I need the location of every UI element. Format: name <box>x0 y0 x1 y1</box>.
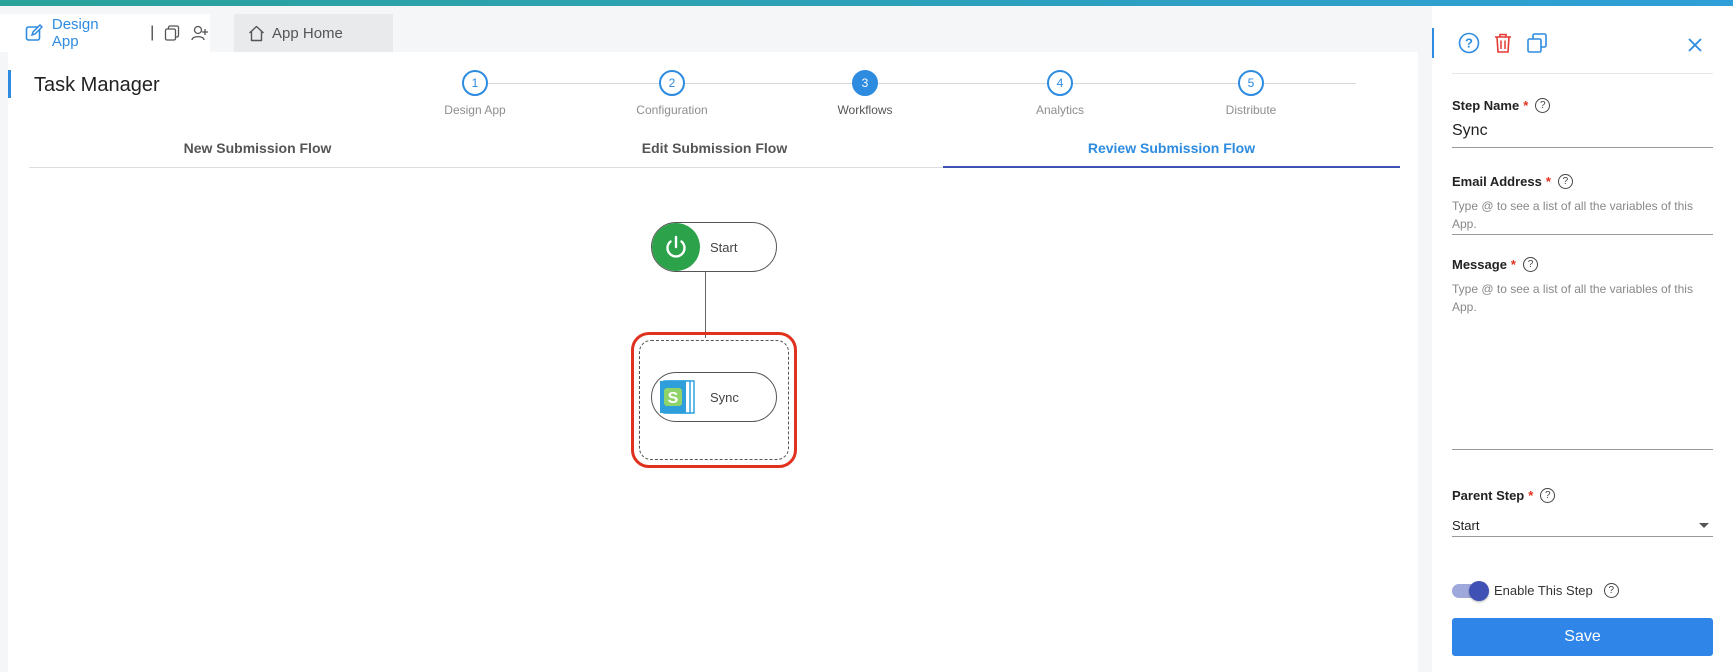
title-accent-bar <box>8 70 11 98</box>
step-name-field[interactable]: Sync <box>1452 122 1713 148</box>
message-label-text: Message <box>1452 257 1507 272</box>
step-number: 1 <box>462 70 488 96</box>
step-label: Analytics <box>1035 103 1085 117</box>
step-design-app[interactable]: 1 Design App <box>425 70 525 117</box>
tab-review-submission-flow[interactable]: Review Submission Flow <box>943 130 1400 168</box>
flow-tabs: New Submission Flow Edit Submission Flow… <box>29 130 1400 168</box>
help-icon[interactable]: ? <box>1540 488 1556 503</box>
tab-edit-submission-flow[interactable]: Edit Submission Flow <box>486 130 943 167</box>
app-home-tab-label: App Home <box>272 24 343 42</box>
help-icon[interactable]: ? <box>1557 174 1573 189</box>
email-address-field[interactable]: Type @ to see a list of all the variable… <box>1452 197 1713 233</box>
trash-icon[interactable] <box>1490 30 1516 56</box>
toggle-knob <box>1469 580 1489 601</box>
message-field-underline <box>1452 449 1713 450</box>
panel-divider <box>1452 73 1713 74</box>
step-name-label-text: Step Name <box>1452 98 1520 113</box>
step-workflows[interactable]: 3 Workflows <box>815 70 915 117</box>
panel-accent-bar <box>1432 28 1434 58</box>
message-label: Message * ? <box>1452 257 1538 272</box>
page-title: Task Manager <box>34 74 160 96</box>
step-label: Workflows <box>837 103 893 117</box>
sync-app-icon: S <box>652 373 700 421</box>
chevron-down-icon <box>1699 523 1709 528</box>
panel-toolbar: ? <box>1456 30 1550 56</box>
step-number: 4 <box>1047 70 1073 96</box>
parent-step-label: Parent Step * ? <box>1452 488 1556 503</box>
parent-step-select[interactable]: Start <box>1452 515 1713 537</box>
design-app-tab[interactable]: Design App | <box>0 14 210 52</box>
enable-step-toggle[interactable] <box>1452 580 1489 601</box>
step-number: 3 <box>852 70 878 96</box>
power-icon <box>652 223 700 271</box>
step-name-label: Step Name * ? <box>1452 98 1551 113</box>
sync-node[interactable]: S Sync <box>651 372 777 422</box>
tab-separator: | <box>150 24 155 41</box>
save-button[interactable]: Save <box>1452 618 1713 656</box>
enable-step-row: Enable This Step ? <box>1452 580 1619 601</box>
parent-step-label-text: Parent Step <box>1452 488 1525 503</box>
required-marker: * <box>1545 174 1551 189</box>
help-icon[interactable]: ? <box>1456 30 1482 56</box>
copy-app-icon[interactable] <box>162 23 182 43</box>
home-icon <box>246 23 266 43</box>
required-marker: * <box>1510 257 1516 272</box>
help-icon[interactable]: ? <box>1603 583 1619 598</box>
step-label: Distribute <box>1225 103 1277 117</box>
enable-step-label: Enable This Step <box>1494 583 1593 598</box>
step-configuration[interactable]: 2 Configuration <box>622 70 722 117</box>
step-analytics[interactable]: 4 Analytics <box>1010 70 1110 117</box>
required-marker: * <box>1523 98 1529 113</box>
close-icon[interactable] <box>1684 34 1706 56</box>
copy-icon[interactable] <box>1524 30 1550 56</box>
start-node-label: Start <box>710 239 738 255</box>
help-icon[interactable]: ? <box>1522 257 1538 272</box>
step-number: 2 <box>659 70 685 96</box>
parent-step-value: Start <box>1452 518 1480 533</box>
top-tab-bar: Design App | App Home <box>0 14 393 52</box>
step-label: Design App <box>444 103 506 117</box>
email-address-label-text: Email Address <box>1452 174 1542 189</box>
required-marker: * <box>1528 488 1534 503</box>
edit-icon <box>24 23 44 43</box>
step-number: 5 <box>1238 70 1264 96</box>
message-field[interactable]: Type @ to see a list of all the variable… <box>1452 280 1713 316</box>
start-node[interactable]: Start <box>651 222 777 272</box>
sync-node-label: Sync <box>710 389 739 405</box>
help-icon[interactable]: ? <box>1535 98 1551 113</box>
design-app-tab-label: Design App <box>51 16 99 50</box>
add-user-icon[interactable] <box>190 23 210 43</box>
email-address-label: Email Address * ? <box>1452 174 1573 189</box>
svg-text:S: S <box>668 390 679 407</box>
svg-text:?: ? <box>1465 36 1473 51</box>
app-home-tab[interactable]: App Home <box>234 14 393 52</box>
wizard-stepper: 1 Design App 2 Configuration 3 Workflows… <box>426 70 1408 120</box>
email-field-underline <box>1452 234 1713 235</box>
step-properties-panel: ? Step Name * ? Sync Email Address * ? T… <box>1432 6 1733 672</box>
step-distribute[interactable]: 5 Distribute <box>1201 70 1301 117</box>
tab-new-submission-flow[interactable]: New Submission Flow <box>29 130 486 167</box>
step-label: Configuration <box>636 103 708 117</box>
